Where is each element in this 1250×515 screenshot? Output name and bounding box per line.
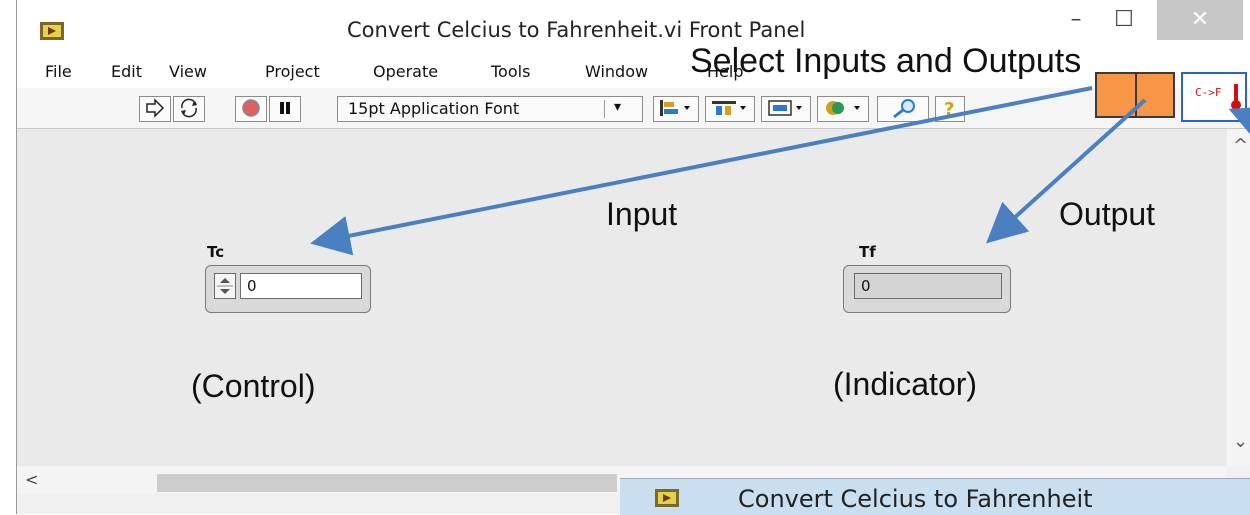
indicator-annotation: (Indicator) <box>833 366 978 402</box>
menu-view[interactable]: View <box>169 62 207 81</box>
minimize-button[interactable]: – <box>1059 0 1093 40</box>
connector-pane[interactable] <box>1095 72 1175 118</box>
align-objects-button[interactable] <box>653 96 699 122</box>
taskbar-window-preview[interactable]: Convert Celcius to Fahrenheit <box>620 478 1250 515</box>
tc-label: Tc <box>207 243 225 261</box>
pause-icon <box>280 102 290 114</box>
font-selector-divider <box>604 100 605 118</box>
run-arrow-icon <box>146 98 165 118</box>
abort-button[interactable] <box>235 96 267 122</box>
tc-input-field[interactable]: 0 <box>240 273 362 299</box>
resize-objects-icon <box>768 100 802 116</box>
vi-icon-label: C->F <box>1195 86 1222 99</box>
toolbar: 15pt Application Font ▾ ? <box>17 88 1250 129</box>
reorder-icon <box>826 101 860 115</box>
background-window-title: Convert Celcius to Fahrenheit <box>738 485 1093 513</box>
maximize-button[interactable]: ☐ <box>1107 0 1141 40</box>
context-help-button[interactable]: ? <box>935 96 965 122</box>
tf-numeric-indicator: 0 <box>843 265 1011 313</box>
align-objects-icon <box>660 100 690 116</box>
output-annotation: Output <box>1059 196 1156 232</box>
run-continuously-button[interactable] <box>173 96 205 122</box>
search-icon <box>893 99 915 119</box>
tf-output-field: 0 <box>854 273 1002 299</box>
scroll-left-icon[interactable]: < <box>25 470 38 489</box>
pause-button[interactable] <box>269 96 301 122</box>
labview-vi-icon <box>40 22 64 40</box>
run-button[interactable] <box>139 96 171 122</box>
select-io-annotation: Select Inputs and Outputs <box>690 42 1082 80</box>
font-selector-label: 15pt Application Font <box>348 99 520 118</box>
tf-label: Tf <box>859 243 876 261</box>
control-annotation: (Control) <box>191 368 316 404</box>
menu-project[interactable]: Project <box>265 62 320 81</box>
scroll-down-icon[interactable]: ⌄ <box>1233 431 1248 452</box>
font-selector[interactable]: 15pt Application Font ▾ <box>337 96 643 122</box>
stop-icon <box>242 99 260 117</box>
scroll-up-icon[interactable]: ^ <box>1233 135 1248 156</box>
svg-text:?: ? <box>944 99 954 119</box>
help-icon: ? <box>944 99 954 119</box>
input-annotation: Input <box>606 196 678 232</box>
spinner-arrows-icon <box>217 278 233 294</box>
menu-tools[interactable]: Tools <box>491 62 530 81</box>
resize-objects-button[interactable] <box>761 96 811 122</box>
tc-numeric-control[interactable]: 0 <box>205 265 371 313</box>
distribute-objects-icon <box>712 101 746 115</box>
close-button[interactable]: ✕ <box>1157 0 1243 40</box>
thermometer-icon <box>1231 84 1241 110</box>
window-title: Convert Celcius to Fahrenheit.vi Front P… <box>347 18 806 42</box>
reorder-button[interactable] <box>817 96 869 122</box>
vi-icon[interactable]: C->F <box>1181 72 1247 122</box>
horizontal-scroll-thumb[interactable] <box>157 474 617 492</box>
menu-edit[interactable]: Edit <box>111 62 142 81</box>
chevron-down-icon: ▾ <box>614 99 622 115</box>
menu-file[interactable]: File <box>45 62 72 81</box>
run-continuously-icon <box>181 98 197 118</box>
menu-operate[interactable]: Operate <box>373 62 438 81</box>
menu-window[interactable]: Window <box>585 62 648 81</box>
increment-decrement-spinner[interactable] <box>214 273 236 299</box>
search-button[interactable] <box>877 96 929 122</box>
distribute-objects-button[interactable] <box>705 96 755 122</box>
connector-pane-divider <box>1135 74 1137 118</box>
front-panel-canvas[interactable]: Tc 0 Tf 0 Input Output (Control) (Indica… <box>17 129 1227 466</box>
vertical-scrollbar[interactable]: ^ ⌄ <box>1227 129 1250 466</box>
labview-vi-icon <box>655 489 679 507</box>
